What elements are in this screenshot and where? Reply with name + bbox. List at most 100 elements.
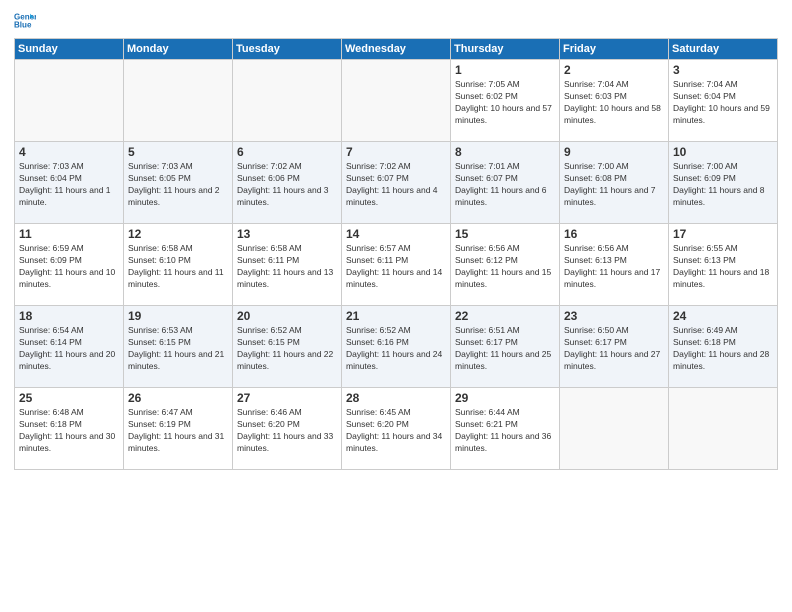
day-info: Sunrise: 6:58 AMSunset: 6:11 PMDaylight:… (237, 243, 337, 291)
calendar-cell (560, 388, 669, 470)
calendar-cell: 29 Sunrise: 6:44 AMSunset: 6:21 PMDaylig… (451, 388, 560, 470)
week-row-3: 11 Sunrise: 6:59 AMSunset: 6:09 PMDaylig… (15, 224, 778, 306)
day-number: 18 (19, 309, 119, 323)
day-number: 26 (128, 391, 228, 405)
day-info: Sunrise: 7:05 AMSunset: 6:02 PMDaylight:… (455, 79, 555, 127)
calendar-cell: 3 Sunrise: 7:04 AMSunset: 6:04 PMDayligh… (669, 60, 778, 142)
day-number: 19 (128, 309, 228, 323)
calendar-cell: 17 Sunrise: 6:55 AMSunset: 6:13 PMDaylig… (669, 224, 778, 306)
day-info: Sunrise: 6:57 AMSunset: 6:11 PMDaylight:… (346, 243, 446, 291)
weekday-header-row: Sunday Monday Tuesday Wednesday Thursday… (15, 39, 778, 60)
day-info: Sunrise: 6:52 AMSunset: 6:15 PMDaylight:… (237, 325, 337, 373)
day-number: 4 (19, 145, 119, 159)
day-info: Sunrise: 7:01 AMSunset: 6:07 PMDaylight:… (455, 161, 555, 209)
day-info: Sunrise: 6:48 AMSunset: 6:18 PMDaylight:… (19, 407, 119, 455)
calendar-cell: 6 Sunrise: 7:02 AMSunset: 6:06 PMDayligh… (233, 142, 342, 224)
calendar-cell (669, 388, 778, 470)
day-number: 22 (455, 309, 555, 323)
calendar-cell (233, 60, 342, 142)
calendar-cell: 24 Sunrise: 6:49 AMSunset: 6:18 PMDaylig… (669, 306, 778, 388)
day-number: 11 (19, 227, 119, 241)
day-number: 3 (673, 63, 773, 77)
logo-icon: General Blue (14, 10, 36, 32)
calendar-cell: 28 Sunrise: 6:45 AMSunset: 6:20 PMDaylig… (342, 388, 451, 470)
calendar-cell: 10 Sunrise: 7:00 AMSunset: 6:09 PMDaylig… (669, 142, 778, 224)
day-info: Sunrise: 7:02 AMSunset: 6:07 PMDaylight:… (346, 161, 446, 209)
calendar-cell: 27 Sunrise: 6:46 AMSunset: 6:20 PMDaylig… (233, 388, 342, 470)
day-info: Sunrise: 6:51 AMSunset: 6:17 PMDaylight:… (455, 325, 555, 373)
day-info: Sunrise: 6:53 AMSunset: 6:15 PMDaylight:… (128, 325, 228, 373)
day-info: Sunrise: 7:04 AMSunset: 6:03 PMDaylight:… (564, 79, 664, 127)
calendar-cell: 1 Sunrise: 7:05 AMSunset: 6:02 PMDayligh… (451, 60, 560, 142)
calendar-cell: 21 Sunrise: 6:52 AMSunset: 6:16 PMDaylig… (342, 306, 451, 388)
calendar-cell: 8 Sunrise: 7:01 AMSunset: 6:07 PMDayligh… (451, 142, 560, 224)
day-info: Sunrise: 7:00 AMSunset: 6:08 PMDaylight:… (564, 161, 664, 209)
day-number: 27 (237, 391, 337, 405)
page: General Blue Sunday Monday Tuesday Wedne… (0, 0, 792, 612)
day-number: 17 (673, 227, 773, 241)
logo: General Blue (14, 10, 38, 32)
day-info: Sunrise: 6:59 AMSunset: 6:09 PMDaylight:… (19, 243, 119, 291)
day-number: 25 (19, 391, 119, 405)
header-saturday: Saturday (669, 39, 778, 60)
calendar-cell: 12 Sunrise: 6:58 AMSunset: 6:10 PMDaylig… (124, 224, 233, 306)
calendar-cell: 2 Sunrise: 7:04 AMSunset: 6:03 PMDayligh… (560, 60, 669, 142)
day-number: 16 (564, 227, 664, 241)
calendar-cell: 5 Sunrise: 7:03 AMSunset: 6:05 PMDayligh… (124, 142, 233, 224)
day-info: Sunrise: 7:02 AMSunset: 6:06 PMDaylight:… (237, 161, 337, 209)
calendar-cell: 19 Sunrise: 6:53 AMSunset: 6:15 PMDaylig… (124, 306, 233, 388)
day-info: Sunrise: 6:55 AMSunset: 6:13 PMDaylight:… (673, 243, 773, 291)
calendar-cell: 26 Sunrise: 6:47 AMSunset: 6:19 PMDaylig… (124, 388, 233, 470)
header-wednesday: Wednesday (342, 39, 451, 60)
day-number: 28 (346, 391, 446, 405)
day-info: Sunrise: 6:45 AMSunset: 6:20 PMDaylight:… (346, 407, 446, 455)
day-info: Sunrise: 6:46 AMSunset: 6:20 PMDaylight:… (237, 407, 337, 455)
day-number: 20 (237, 309, 337, 323)
day-number: 14 (346, 227, 446, 241)
calendar-table: Sunday Monday Tuesday Wednesday Thursday… (14, 38, 778, 470)
day-number: 2 (564, 63, 664, 77)
calendar-cell: 11 Sunrise: 6:59 AMSunset: 6:09 PMDaylig… (15, 224, 124, 306)
calendar-cell: 20 Sunrise: 6:52 AMSunset: 6:15 PMDaylig… (233, 306, 342, 388)
week-row-5: 25 Sunrise: 6:48 AMSunset: 6:18 PMDaylig… (15, 388, 778, 470)
day-number: 10 (673, 145, 773, 159)
header-sunday: Sunday (15, 39, 124, 60)
day-number: 23 (564, 309, 664, 323)
day-info: Sunrise: 6:58 AMSunset: 6:10 PMDaylight:… (128, 243, 228, 291)
calendar-cell: 23 Sunrise: 6:50 AMSunset: 6:17 PMDaylig… (560, 306, 669, 388)
calendar-cell: 16 Sunrise: 6:56 AMSunset: 6:13 PMDaylig… (560, 224, 669, 306)
header: General Blue (14, 10, 778, 32)
calendar-cell (15, 60, 124, 142)
day-info: Sunrise: 6:47 AMSunset: 6:19 PMDaylight:… (128, 407, 228, 455)
day-number: 5 (128, 145, 228, 159)
calendar-cell: 13 Sunrise: 6:58 AMSunset: 6:11 PMDaylig… (233, 224, 342, 306)
day-info: Sunrise: 6:49 AMSunset: 6:18 PMDaylight:… (673, 325, 773, 373)
day-info: Sunrise: 6:44 AMSunset: 6:21 PMDaylight:… (455, 407, 555, 455)
day-number: 9 (564, 145, 664, 159)
header-friday: Friday (560, 39, 669, 60)
week-row-1: 1 Sunrise: 7:05 AMSunset: 6:02 PMDayligh… (15, 60, 778, 142)
calendar-cell: 22 Sunrise: 6:51 AMSunset: 6:17 PMDaylig… (451, 306, 560, 388)
calendar-cell (342, 60, 451, 142)
calendar-cell: 9 Sunrise: 7:00 AMSunset: 6:08 PMDayligh… (560, 142, 669, 224)
header-monday: Monday (124, 39, 233, 60)
day-number: 1 (455, 63, 555, 77)
calendar-cell: 18 Sunrise: 6:54 AMSunset: 6:14 PMDaylig… (15, 306, 124, 388)
header-thursday: Thursday (451, 39, 560, 60)
day-info: Sunrise: 6:54 AMSunset: 6:14 PMDaylight:… (19, 325, 119, 373)
day-number: 15 (455, 227, 555, 241)
calendar-cell: 14 Sunrise: 6:57 AMSunset: 6:11 PMDaylig… (342, 224, 451, 306)
calendar-cell (124, 60, 233, 142)
day-number: 29 (455, 391, 555, 405)
calendar-cell: 7 Sunrise: 7:02 AMSunset: 6:07 PMDayligh… (342, 142, 451, 224)
day-info: Sunrise: 7:03 AMSunset: 6:05 PMDaylight:… (128, 161, 228, 209)
day-info: Sunrise: 6:56 AMSunset: 6:13 PMDaylight:… (564, 243, 664, 291)
day-number: 21 (346, 309, 446, 323)
day-info: Sunrise: 6:50 AMSunset: 6:17 PMDaylight:… (564, 325, 664, 373)
day-number: 6 (237, 145, 337, 159)
week-row-2: 4 Sunrise: 7:03 AMSunset: 6:04 PMDayligh… (15, 142, 778, 224)
day-number: 8 (455, 145, 555, 159)
day-number: 13 (237, 227, 337, 241)
day-info: Sunrise: 6:56 AMSunset: 6:12 PMDaylight:… (455, 243, 555, 291)
day-number: 24 (673, 309, 773, 323)
